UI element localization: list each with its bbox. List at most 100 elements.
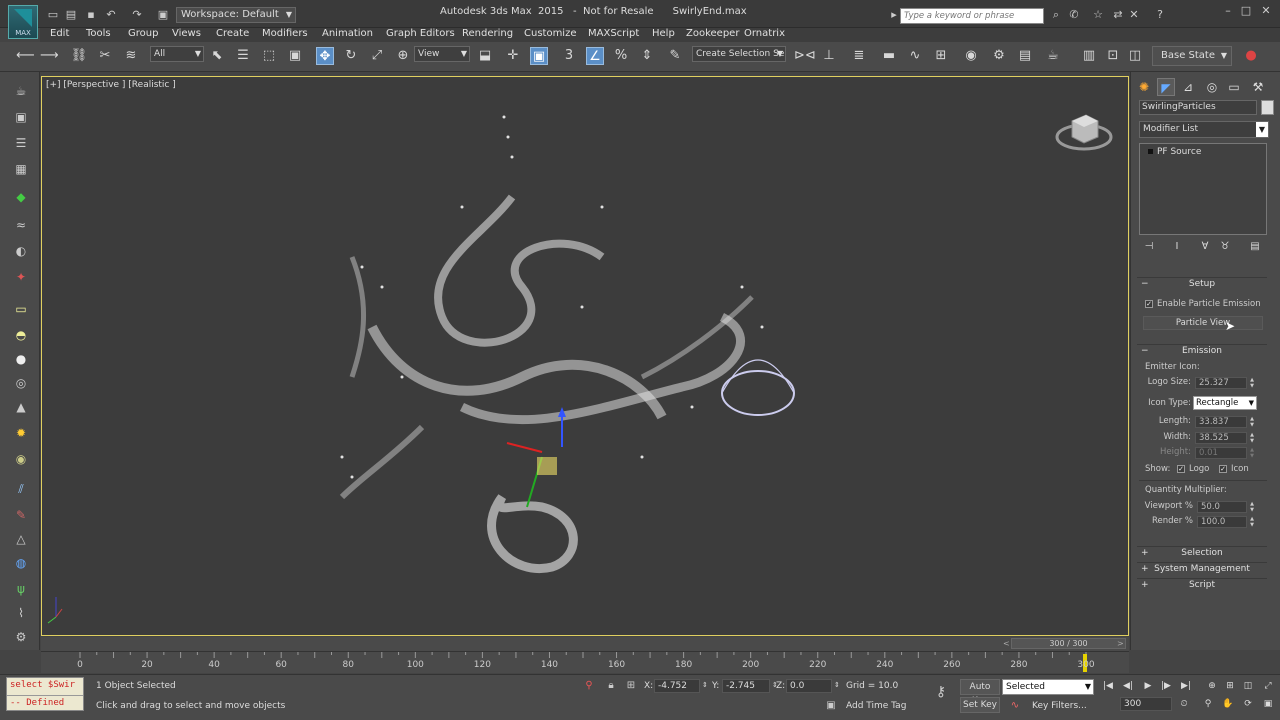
app-menu-button[interactable]: MAX [8, 5, 38, 39]
select-object-icon[interactable]: ⬉ [208, 47, 226, 65]
current-frame-field[interactable]: 300 [1120, 697, 1172, 711]
set-key-button[interactable]: Set Key [960, 697, 1000, 713]
key-curve-icon[interactable]: ∿ [1008, 699, 1022, 713]
object-color-swatch[interactable] [1261, 100, 1274, 115]
window-crossing-icon[interactable]: ▣ [286, 47, 304, 65]
particle-view-button[interactable]: Particle View [1143, 316, 1263, 330]
geosphere-icon[interactable]: ◉ [12, 450, 30, 468]
select-and-rotate-icon[interactable]: ↻ [342, 47, 360, 65]
brush-icon[interactable]: ✎ [12, 506, 30, 524]
rect-selection-icon[interactable]: ⬚ [260, 47, 278, 65]
grass-icon[interactable]: ψ [12, 580, 30, 598]
undo-arrow-icon[interactable]: ⟵ [16, 47, 35, 65]
manipulate-icon[interactable]: ✛ [504, 47, 522, 65]
gravity-icon[interactable]: ✦ [12, 268, 30, 286]
show-logo-checkbox[interactable]: ✓ [1177, 465, 1185, 473]
field-of-view-icon[interactable]: ◫ [1240, 679, 1256, 693]
modify-tab-icon[interactable]: ◤ [1157, 78, 1175, 96]
maximize-toggle-icon[interactable]: ▣ [1260, 697, 1276, 711]
pivot-center-icon[interactable]: ⬓ [476, 47, 494, 65]
utilities-tab-icon[interactable]: ⚒ [1249, 78, 1267, 96]
torus-icon[interactable]: ◎ [12, 374, 30, 392]
z-coord-field[interactable]: 0.0 [786, 679, 832, 693]
rendered-frame-window-icon[interactable]: ▤ [1016, 47, 1034, 65]
make-unique-icon[interactable]: ∀ [1197, 240, 1213, 254]
zoom-extents-all-icon[interactable]: ⊞ [1222, 679, 1238, 693]
layer-manager-icon[interactable]: ≣ [850, 47, 868, 65]
width-field[interactable]: 38.525 [1195, 432, 1247, 444]
edit-named-selection-icon[interactable]: ✎ [666, 47, 684, 65]
key-filters-button[interactable]: Key Filters... [1032, 701, 1087, 711]
render-percent-spinner-icon[interactable]: ▲ ▼ [1249, 516, 1255, 528]
particle-emitter-icon[interactable]: ◆ [12, 188, 30, 206]
system-management-rollout-header[interactable]: + System Management [1137, 562, 1267, 575]
bind-space-warp-icon[interactable]: ≋ [122, 47, 140, 65]
save-file-icon[interactable]: ▪ [84, 8, 98, 21]
redo-icon[interactable]: ↷ [130, 8, 144, 21]
reference-coord-select[interactable]: View ▼ [414, 46, 470, 62]
unlink-icon[interactable]: ✂ [96, 47, 114, 65]
search-icon[interactable]: ⌕ [1048, 8, 1064, 22]
close-search-icon[interactable]: ✕ [1126, 8, 1142, 22]
auto-key-button[interactable]: Auto Key [960, 679, 1000, 706]
graphite-ribbon-icon[interactable]: ▬ [880, 47, 898, 65]
search-input[interactable]: Type a keyword or phrase [900, 8, 1044, 24]
percent-snap-icon[interactable]: % [612, 47, 630, 65]
table-icon[interactable]: ▦ [12, 160, 30, 178]
modifier-stack[interactable]: PF Source [1139, 143, 1267, 235]
selection-filter-select[interactable]: All ▼ [150, 46, 204, 62]
display-tab-icon[interactable]: ▭ [1225, 78, 1243, 96]
compact-view-icon[interactable]: ◫ [1126, 47, 1144, 65]
script-rollout-header[interactable]: + Script [1137, 578, 1267, 591]
select-and-scale-icon[interactable]: ⤢ [368, 47, 386, 65]
menu-maxscript[interactable]: MAXScript [588, 28, 639, 40]
select-and-move-icon[interactable]: ✥ [316, 47, 334, 65]
state-sets-icon[interactable]: ▥ [1080, 47, 1098, 65]
absolute-mode-icon[interactable]: ⊞ [624, 679, 638, 693]
place-icon[interactable]: ⊕ [394, 47, 412, 65]
viewcube[interactable] [1054, 107, 1114, 157]
menu-create[interactable]: Create [216, 28, 249, 40]
wind-icon[interactable]: ≈ [12, 216, 30, 234]
menu-customize[interactable]: Customize [524, 28, 577, 40]
schematic-view-icon[interactable]: ⊞ [932, 47, 950, 65]
pin-stack-icon[interactable]: ⊣ [1141, 240, 1157, 254]
redo-arrow-icon[interactable]: ⟶ [40, 47, 59, 65]
render-production-icon[interactable]: ☕ [1044, 47, 1062, 65]
light-icon[interactable]: ✹ [12, 424, 30, 442]
key-icon[interactable]: ⚷ [934, 685, 948, 699]
next-frame-icon[interactable]: |▶ [1158, 679, 1174, 693]
box-icon[interactable]: ▭ [12, 300, 30, 318]
angle-snap-icon[interactable]: ∠ [586, 47, 604, 65]
modifier-list-select[interactable]: Modifier List ▼ [1139, 121, 1269, 138]
time-tag-icon[interactable]: ▣ [824, 699, 838, 713]
menu-animation[interactable]: Animation [322, 28, 373, 40]
selection-rollout-header[interactable]: + Selection [1137, 546, 1267, 559]
project-folder-icon[interactable]: ▣ [156, 8, 170, 21]
menu-views[interactable]: Views [172, 28, 201, 40]
show-end-result-icon[interactable]: Ι [1169, 240, 1185, 254]
close-icon[interactable]: ✕ [1258, 4, 1274, 18]
list-icon[interactable]: ☰ [12, 134, 30, 152]
named-selection-set-select[interactable]: Create Selection Se ▼ [692, 46, 786, 62]
new-file-icon[interactable]: ▭ [46, 8, 60, 21]
help-icon[interactable]: ? [1152, 8, 1168, 22]
hierarchy-tab-icon[interactable]: ⊿ [1179, 78, 1197, 96]
select-by-name-icon[interactable]: ☰ [234, 47, 252, 65]
menu-rendering[interactable]: Rendering [462, 28, 513, 40]
spinner-snap-icon[interactable]: ⇕ [638, 47, 656, 65]
pan-icon[interactable]: ✋ [1220, 697, 1236, 711]
align-icon[interactable]: ⊥ [820, 47, 838, 65]
length-spinner-icon[interactable]: ▲ ▼ [1249, 416, 1255, 428]
sphere-icon[interactable]: ● [12, 350, 30, 368]
gizmo-plane-handle[interactable] [537, 457, 557, 475]
teapot-icon[interactable]: ☕ [12, 82, 30, 100]
menu-zookeeper[interactable]: Zookeeper [686, 28, 739, 40]
open-file-icon[interactable]: ▤ [64, 8, 78, 21]
go-to-start-icon[interactable]: |◀ [1100, 679, 1116, 693]
motion-tab-icon[interactable]: ◎ [1203, 78, 1221, 96]
workspace-select[interactable]: Workspace: Default ▼ [176, 7, 296, 23]
go-to-end-icon[interactable]: ▶| [1178, 679, 1194, 693]
scene-explorer-icon[interactable]: ⊡ [1104, 47, 1122, 65]
stack-item-pf-source[interactable]: PF Source [1148, 147, 1201, 157]
